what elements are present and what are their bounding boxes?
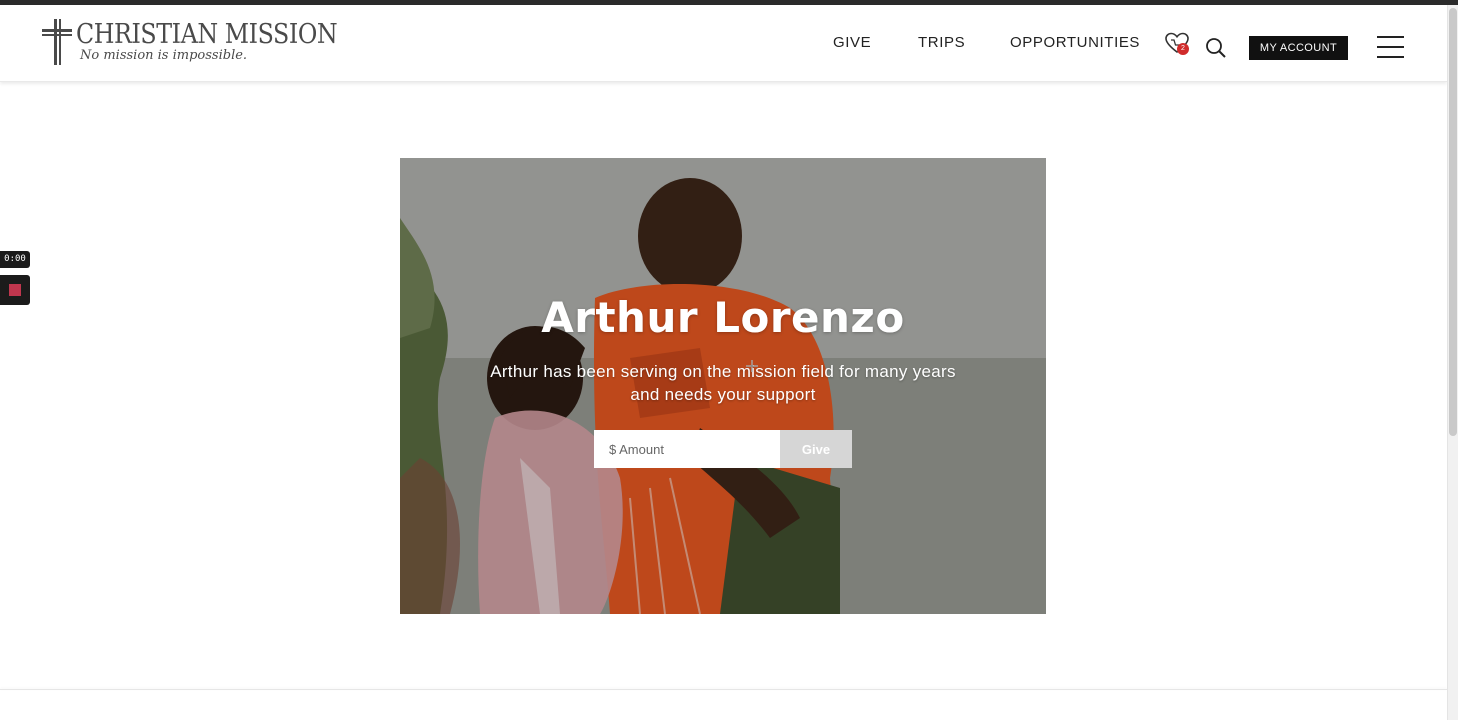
site-header: CHRISTIAN MISSION No mission is impossib… — [0, 5, 1447, 82]
move-cursor-icon — [746, 360, 758, 372]
logo-title: CHRISTIAN MISSION — [76, 19, 338, 50]
nav-opportunities[interactable]: OPPORTUNITIES — [1010, 34, 1140, 51]
hero-description: Arthur has been serving on the mission f… — [490, 362, 956, 404]
hamburger-menu-icon[interactable] — [1377, 36, 1404, 58]
logo-tagline: No mission is impossible. — [80, 48, 248, 63]
hero-banner: Arthur Lorenzo Arthur has been serving o… — [400, 158, 1046, 614]
nav-give[interactable]: GIVE — [833, 34, 871, 51]
record-button[interactable] — [0, 275, 30, 305]
nav-trips[interactable]: TRIPS — [918, 34, 965, 51]
cross-icon — [42, 19, 72, 65]
stop-square-icon — [9, 284, 21, 296]
cart-count-badge: 2 — [1177, 43, 1189, 55]
amount-input[interactable] — [594, 430, 780, 468]
give-button[interactable]: Give — [780, 430, 852, 468]
scrollbar-thumb[interactable] — [1449, 8, 1457, 436]
my-account-button[interactable]: MY ACCOUNT — [1249, 36, 1348, 60]
search-icon[interactable] — [1205, 37, 1227, 59]
hero-title: Arthur Lorenzo — [541, 293, 905, 342]
footer-divider — [0, 689, 1447, 690]
site-logo[interactable]: CHRISTIAN MISSION No mission is impossib… — [40, 17, 338, 69]
video-timer: 0:00 — [0, 251, 30, 268]
